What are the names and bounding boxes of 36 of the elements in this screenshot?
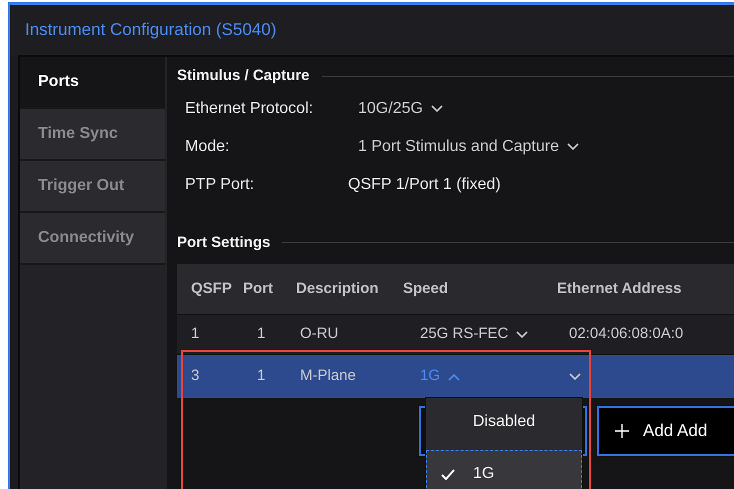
dropdown[interactable]: 10G/25G	[348, 96, 449, 122]
section-heading: Stimulus / Capture	[177, 66, 310, 86]
table-cell-text: 1	[256, 324, 266, 344]
dropdown[interactable]: 1 Port Stimulus and Capture	[348, 134, 585, 160]
caret-down-icon	[569, 372, 581, 380]
table-cell-text: 3	[190, 366, 200, 386]
plus-icon	[615, 424, 629, 438]
column-header: Description	[296, 278, 380, 299]
check-icon	[441, 468, 455, 480]
caret-down-icon	[567, 142, 579, 150]
column-header: Ethernet Address	[557, 278, 682, 299]
section-heading: Port Settings	[177, 232, 270, 252]
sidebar-tab[interactable]: Connectivity	[20, 213, 165, 265]
selected-row[interactable]: 3 1 M-Plane 1G	[177, 354, 734, 398]
column-header: Speed	[403, 278, 450, 299]
field-value: QSFP 1/Port 1 (fixed)	[348, 174, 501, 194]
table-cell-text: M-Plane	[299, 366, 357, 386]
table-cell-text: 1	[256, 366, 266, 386]
speed-dropdown[interactable]: 25G RS-FEC	[403, 323, 528, 346]
window-title: Instrument Configuration (S5040)	[25, 19, 276, 42]
table-cell-text: 1	[190, 324, 200, 344]
sidebar-tab[interactable]: Time Sync	[20, 109, 165, 161]
column-header: Port	[243, 278, 274, 299]
caret-down-icon	[516, 330, 528, 338]
field-label: PTP Port:	[185, 174, 256, 194]
column-header: QSFP	[190, 278, 233, 299]
table-cell-text: O-RU	[299, 324, 340, 344]
sidebar-tab[interactable]: Ports	[20, 57, 165, 109]
field-label: Mode:	[185, 136, 230, 156]
sidebar-tab[interactable]: Trigger Out	[20, 161, 165, 213]
table-cell-text: 02:04:06:08:0A:0	[568, 324, 684, 344]
menu-item[interactable]: 1G	[426, 450, 582, 489]
caret-down-icon	[430, 104, 443, 112]
caret-up-icon	[448, 372, 460, 380]
field-label: Ethernet Protocol:	[185, 98, 314, 118]
add-address-button[interactable]: Add Add	[597, 406, 734, 456]
